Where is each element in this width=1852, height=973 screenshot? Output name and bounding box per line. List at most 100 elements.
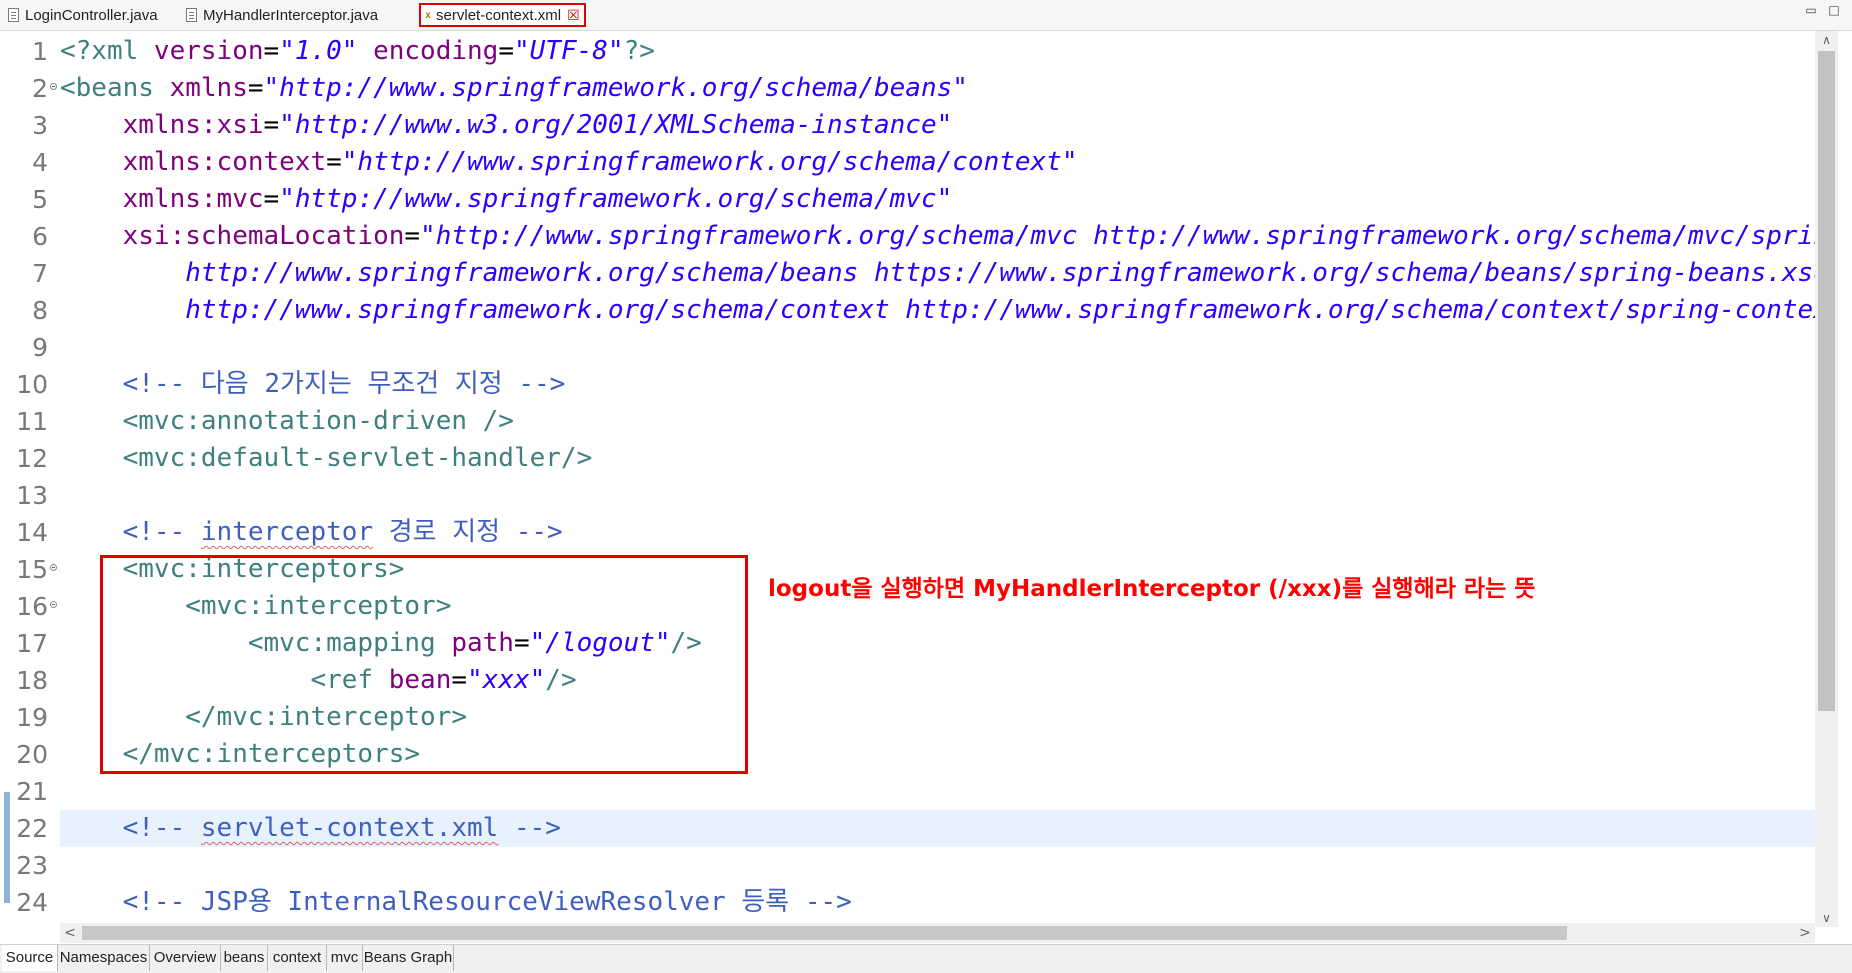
close-icon[interactable]: ☒	[567, 8, 580, 22]
code-token: xmlns	[169, 73, 248, 103]
tab-namespaces[interactable]: Namespaces	[58, 945, 150, 971]
code-line[interactable]: 6 xsi:schemaLocation="http://www.springf…	[0, 218, 1815, 255]
line-number: 1	[32, 37, 48, 66]
code-line[interactable]: 7 http://www.springframework.org/schema/…	[0, 255, 1815, 292]
tab-mvc[interactable]: mvc	[327, 945, 363, 971]
code-token: encoding	[373, 36, 499, 66]
code-line[interactable]: 3 xmlns:xsi="http://www.w3.org/2001/XMLS…	[0, 107, 1815, 144]
editor-mode-tabs: Source Namespaces Overview beans context…	[0, 944, 1852, 973]
code-token: =	[247, 73, 264, 103]
code-line[interactable]: 1 <?xml version="1.0" encoding="UTF-8"?>	[0, 33, 1815, 70]
scroll-left-icon[interactable]: <	[60, 923, 80, 943]
code-text: xsi:schemaLocation="http://www.springfra…	[60, 218, 1815, 255]
code-token: <!--	[122, 517, 201, 547]
code-line[interactable]: 24 <!-- JSP용 InternalResourceViewResolve…	[0, 884, 1815, 921]
code-text: <mvc:annotation-driven />	[60, 403, 1815, 440]
code-line[interactable]: 12 <mvc:default-servlet-handler/>	[0, 440, 1815, 477]
code-line[interactable]: 11 <mvc:annotation-driven />	[0, 403, 1815, 440]
code-text: <?xml version="1.0" encoding="UTF-8"?>	[60, 33, 1815, 70]
code-token: http://www.springframework.org/schema/be…	[185, 258, 1815, 288]
code-token: <?xml	[60, 36, 154, 66]
code-line[interactable]: 14 <!-- interceptor 경로 지정 -->	[0, 514, 1815, 551]
scroll-right-icon[interactable]: >	[1795, 923, 1815, 943]
tab-label: LoginController.java	[25, 6, 158, 24]
code-token: <!-- JSP용 InternalResourceViewResolver 등…	[122, 887, 852, 917]
code-text: <!-- JSP용 InternalResourceViewResolver 등…	[60, 884, 1815, 921]
code-token: xmlns:mvc	[122, 184, 264, 214]
code-line[interactable]: 4 xmlns:context="http://www.springframew…	[0, 144, 1815, 181]
code-token: "http://www.springframework.org/schema/m…	[420, 221, 1815, 251]
vertical-scroll-thumb[interactable]	[1818, 51, 1835, 711]
vertical-scrollbar[interactable]: ∧ ∨	[1815, 31, 1838, 927]
tab-beans-graph[interactable]: Beans Graph	[363, 945, 454, 971]
code-line[interactable]: 13	[0, 477, 1815, 514]
fold-toggle-icon[interactable]	[50, 83, 57, 90]
line-number: 21	[16, 777, 48, 806]
code-text: <mvc:default-servlet-handler/>	[60, 440, 1815, 477]
horizontal-scrollbar[interactable]: < >	[60, 923, 1815, 943]
line-number: 11	[16, 407, 48, 436]
fold-toggle-icon[interactable]	[50, 601, 57, 608]
code-text: <!-- interceptor 경로 지정 -->	[60, 514, 1815, 551]
code-token: =	[326, 147, 342, 177]
line-number: 22	[16, 814, 48, 843]
code-token: "1.0"	[279, 36, 358, 66]
code-token: "http://www.w3.org/2001/XMLSchema-instan…	[279, 110, 953, 140]
tab-beans[interactable]: beans	[221, 945, 268, 971]
minimize-icon[interactable]: ▭	[1803, 4, 1819, 16]
code-token: xmlns:context	[122, 147, 327, 177]
line-number: 16	[16, 592, 48, 621]
code-token: 경로 지정 -->	[373, 517, 563, 547]
line-number: 7	[32, 259, 48, 288]
line-number: 12	[16, 444, 48, 473]
code-token: "http://www.springframework.org/schema/b…	[263, 73, 968, 103]
code-line[interactable]: 8 http://www.springframework.org/schema/…	[0, 292, 1815, 329]
code-token: interceptor	[200, 517, 374, 547]
line-number: 9	[32, 333, 48, 362]
java-file-icon	[186, 8, 197, 22]
fold-toggle-icon[interactable]	[50, 564, 57, 571]
line-number: 24	[16, 888, 48, 917]
code-token: "http://www.springframework.org/schema/m…	[279, 184, 953, 214]
tab-source[interactable]: Source	[2, 945, 58, 971]
code-line[interactable]: 23	[0, 847, 1815, 884]
line-number: 5	[32, 185, 48, 214]
tab-servlet-context[interactable]: x servlet-context.xml ☒	[419, 3, 586, 27]
code-line[interactable]: 10 <!-- 다음 2가지는 무조건 지정 -->	[0, 366, 1815, 403]
line-number: 4	[32, 148, 48, 177]
annotation-text: logout을 실행하면 MyHandlerInterceptor (/xxx)…	[768, 576, 1536, 602]
code-line[interactable]: 2 <beans xmlns="http://www.springframewor…	[0, 70, 1815, 107]
scroll-up-icon[interactable]: ∧	[1815, 31, 1838, 49]
tab-login-controller[interactable]: LoginController.java	[2, 3, 164, 27]
line-number: 13	[16, 481, 48, 510]
code-token: xmlns:xsi	[122, 110, 264, 140]
code-token: xsi:schemaLocation	[122, 221, 405, 251]
code-text: xmlns:context="http://www.springframewor…	[60, 144, 1815, 181]
tab-context[interactable]: context	[268, 945, 327, 971]
line-number: 10	[16, 370, 48, 399]
horizontal-scroll-thumb[interactable]	[82, 926, 1567, 940]
tab-overview[interactable]: Overview	[150, 945, 221, 971]
code-line[interactable]: 9	[0, 329, 1815, 366]
xml-source-editor[interactable]: 1 <?xml version="1.0" encoding="UTF-8"?> 2…	[0, 31, 1852, 936]
code-token: version	[153, 36, 264, 66]
line-number: 23	[16, 851, 48, 880]
code-line[interactable]: 5 xmlns:mvc="http://www.springframework.…	[0, 181, 1815, 218]
maximize-icon[interactable]: □	[1826, 4, 1842, 16]
tab-my-handler-interceptor[interactable]: MyHandlerInterceptor.java	[180, 3, 384, 27]
code-token: http://www.springframework.org/schema/co…	[185, 295, 1815, 325]
code-line[interactable]: 21	[0, 773, 1815, 810]
scroll-down-icon[interactable]: ∨	[1815, 909, 1838, 927]
code-line[interactable]: 22 <!-- servlet-context.xml -->	[0, 810, 1815, 847]
code-token: "UTF-8"	[513, 36, 624, 66]
line-number: 2	[32, 74, 48, 103]
